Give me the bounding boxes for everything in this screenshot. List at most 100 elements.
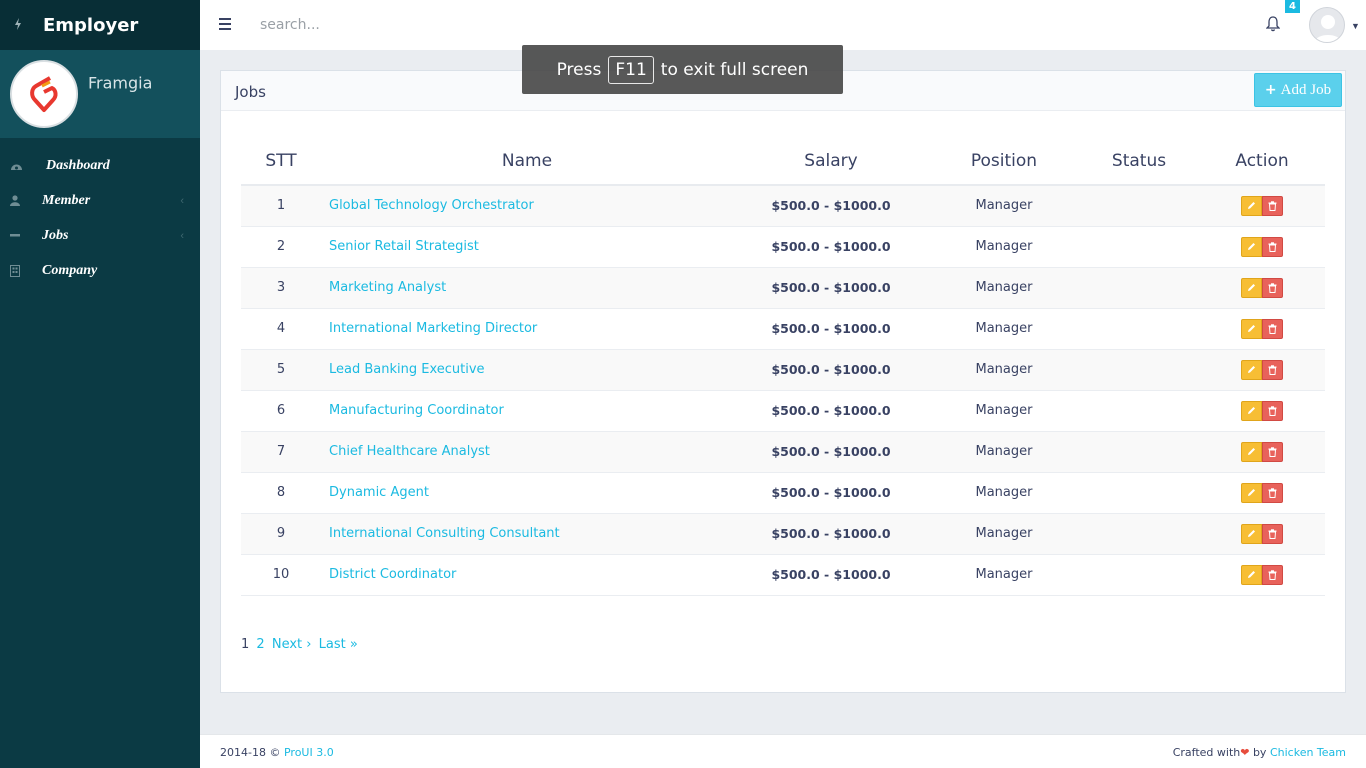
sidebar-item-company[interactable]: Company (0, 253, 200, 288)
action-buttons (1241, 195, 1283, 216)
menu-toggle-icon[interactable] (219, 18, 231, 30)
cell-action (1199, 349, 1325, 391)
job-name-link[interactable]: District Coordinator (329, 567, 456, 582)
table-body: 1 Global Technology Orchestrator $500.0 - … (241, 185, 1325, 596)
job-name-link[interactable]: Marketing Analyst (329, 280, 446, 295)
edit-button[interactable] (1241, 482, 1262, 503)
cell-position: Manager (929, 390, 1079, 432)
delete-button[interactable] (1262, 236, 1283, 257)
delete-button[interactable] (1262, 318, 1283, 339)
job-name-link[interactable]: Dynamic Agent (329, 485, 429, 500)
footer-team-link[interactable]: Chicken Team (1270, 746, 1346, 759)
page-title: Jobs (235, 83, 266, 101)
edit-button[interactable] (1241, 359, 1262, 380)
edit-button[interactable] (1241, 400, 1262, 421)
delete-button[interactable] (1262, 482, 1283, 503)
cell-salary: $500.0 - $1000.0 (733, 431, 929, 473)
pencil-icon (1248, 571, 1255, 578)
cell-stt: 3 (241, 267, 321, 309)
cell-action (1199, 267, 1325, 309)
cell-status (1079, 390, 1199, 432)
pencil-icon (1248, 202, 1255, 210)
edit-button[interactable] (1241, 441, 1262, 462)
sidebar-item-jobs[interactable]: Jobs ‹ (0, 218, 200, 253)
framgia-logo-icon (30, 76, 58, 112)
job-name-link[interactable]: Manufacturing Coordinator (329, 403, 504, 418)
cell-salary: $500.0 - $1000.0 (733, 226, 929, 268)
cell-name: Senior Retail Strategist (321, 226, 733, 268)
footer-right: Crafted with❤ by Chicken Team (1173, 746, 1346, 759)
column-header-action: Action (1199, 137, 1325, 186)
job-name-link[interactable]: International Marketing Director (329, 321, 537, 336)
delete-button[interactable] (1262, 400, 1283, 421)
job-name-link[interactable]: Global Technology Orchestrator (329, 198, 534, 213)
job-name-link[interactable]: Chief Healthcare Analyst (329, 444, 490, 459)
sidebar-nav: Dashboard Member ‹ Jobs ‹ Company (0, 148, 200, 288)
edit-button[interactable] (1241, 564, 1262, 585)
cell-stt: 8 (241, 472, 321, 514)
column-header-name[interactable]: Name (321, 137, 733, 186)
brand[interactable]: Employer (0, 0, 200, 50)
bell-icon[interactable] (1265, 16, 1282, 34)
cell-position: Manager (929, 267, 1079, 309)
pagination: 1 2 Next › Last » (241, 637, 358, 652)
delete-button[interactable] (1262, 359, 1283, 380)
sidebar: Employer Framgia Dashboard Member ‹ Jobs… (0, 0, 200, 768)
table-row: 10 District Coordinator $500.0 - $1000.0 Ma… (241, 554, 1325, 596)
job-name-link[interactable]: Lead Banking Executive (329, 362, 485, 377)
edit-button[interactable] (1241, 318, 1262, 339)
delete-button[interactable] (1262, 564, 1283, 585)
cell-salary: $500.0 - $1000.0 (733, 513, 929, 555)
cell-status (1079, 349, 1199, 391)
add-job-button[interactable]: + Add Job (1254, 73, 1342, 107)
edit-button[interactable] (1241, 523, 1262, 544)
trash-icon (1268, 282, 1277, 293)
column-header-status[interactable]: Status (1079, 137, 1199, 186)
trash-icon (1268, 569, 1277, 580)
cell-stt: 4 (241, 308, 321, 350)
trash-icon (1268, 487, 1277, 498)
edit-button[interactable] (1241, 236, 1262, 257)
action-buttons (1241, 482, 1283, 503)
table-row: 5 Lead Banking Executive $500.0 - $1000.0 M… (241, 349, 1325, 391)
delete-button[interactable] (1262, 523, 1283, 544)
cell-position: Manager (929, 513, 1079, 555)
column-header-stt[interactable]: STT (241, 137, 321, 186)
table-row: 8 Dynamic Agent $500.0 - $1000.0 Manager (241, 472, 1325, 514)
search-input[interactable] (252, 10, 552, 40)
dashboard-icon (10, 161, 42, 171)
column-header-salary[interactable]: Salary (733, 137, 929, 186)
delete-button[interactable] (1262, 277, 1283, 298)
pencil-icon (1248, 407, 1255, 414)
delete-button[interactable] (1262, 195, 1283, 216)
job-name-link[interactable]: International Consulting Consultant (329, 526, 560, 541)
pagination-page-2[interactable]: 2 (256, 637, 264, 652)
edit-button[interactable] (1241, 277, 1262, 298)
cell-status (1079, 513, 1199, 555)
chevron-down-icon[interactable]: ▼ (1351, 21, 1360, 31)
job-name-link[interactable]: Senior Retail Strategist (329, 239, 479, 254)
trash-icon (1268, 364, 1277, 375)
column-header-position[interactable]: Position (929, 137, 1079, 186)
pencil-icon (1248, 489, 1255, 496)
action-buttons (1241, 523, 1283, 544)
pagination-next[interactable]: Next › (272, 637, 312, 652)
footer-proui-link[interactable]: ProUI 3.0 (284, 746, 334, 759)
trash-icon (1268, 241, 1277, 252)
cell-status (1079, 267, 1199, 309)
delete-button[interactable] (1262, 441, 1283, 462)
notification-badge: 4 (1285, 0, 1300, 13)
sidebar-item-dashboard[interactable]: Dashboard (0, 148, 200, 183)
user-avatar[interactable] (1309, 7, 1345, 43)
edit-button[interactable] (1241, 195, 1262, 216)
cell-stt: 7 (241, 431, 321, 473)
cell-action (1199, 431, 1325, 473)
pagination-last[interactable]: Last » (319, 637, 358, 652)
sidebar-item-member[interactable]: Member ‹ (0, 183, 200, 218)
company-logo[interactable] (10, 60, 78, 128)
trash-icon (1268, 446, 1277, 457)
cell-name: International Marketing Director (321, 308, 733, 350)
footer-left: 2014-18 © ProUI 3.0 (220, 746, 334, 759)
trash-icon (1268, 405, 1277, 416)
cell-salary: $500.0 - $1000.0 (733, 185, 929, 227)
